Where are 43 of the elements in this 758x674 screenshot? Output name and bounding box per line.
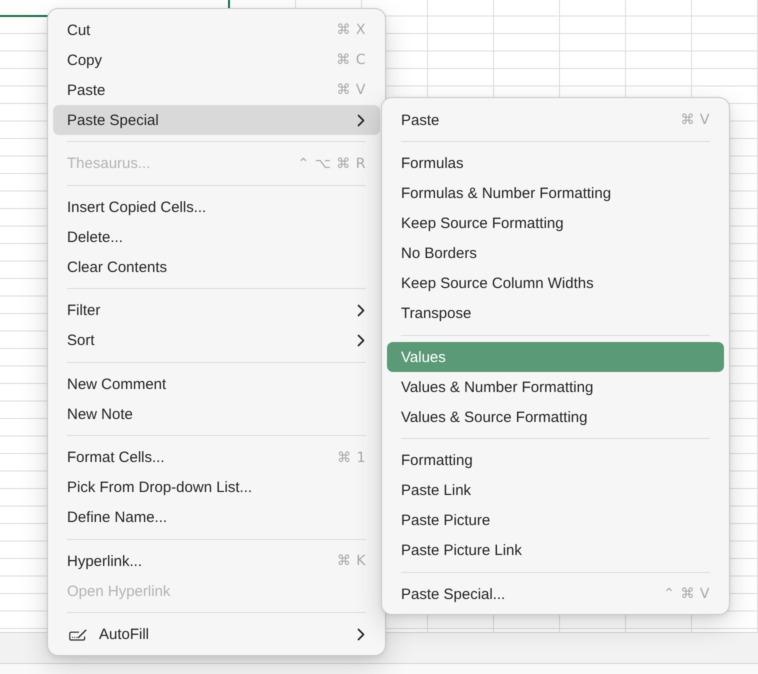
menu-item[interactable]: Formulas & Number Formatting <box>387 178 724 208</box>
menu-item[interactable]: Filter <box>53 296 380 326</box>
menu-item[interactable]: Paste Special <box>53 105 380 135</box>
menu-item[interactable]: Format Cells... ⌘ 1 <box>53 442 380 472</box>
keyboard-shortcut: ⌃ ⌘ V <box>663 586 710 602</box>
menu-item[interactable]: Insert Copied Cells... <box>53 192 380 222</box>
menu-item[interactable]: AutoFill <box>53 620 380 650</box>
menu-item[interactable]: New Comment <box>53 369 380 399</box>
keyboard-shortcut: ⌘ V <box>680 112 710 128</box>
menu-item[interactable]: No Borders <box>387 238 724 268</box>
menu-item[interactable]: New Note <box>53 399 380 429</box>
chevron-right-icon <box>357 334 365 347</box>
chevron-right-icon <box>357 628 365 641</box>
menu-item[interactable]: Formatting <box>387 446 724 476</box>
menu-item[interactable]: Cut ⌘ X <box>53 15 380 45</box>
menu-item[interactable]: Paste ⌘ V <box>53 75 380 105</box>
menu-item[interactable]: Keep Source Column Widths <box>387 268 724 298</box>
menu-item[interactable]: Hyperlink... ⌘ K <box>53 546 380 576</box>
chevron-right-icon <box>357 114 365 126</box>
menu-item[interactable]: Paste Picture <box>387 506 724 536</box>
menu-item[interactable]: Pick From Drop-down List... <box>53 472 380 502</box>
menu-item[interactable]: Clear Contents <box>53 252 380 282</box>
menu-item[interactable]: Values & Number Formatting <box>387 372 724 402</box>
keyboard-shortcut: ⌘ K <box>336 553 366 569</box>
menu-item[interactable]: Paste Special... ⌃ ⌘ V <box>387 579 724 609</box>
menu-item[interactable]: Keep Source Formatting <box>387 208 724 238</box>
keyboard-shortcut: ⌃ ⌥ ⌘ R <box>298 156 366 172</box>
menu-item[interactable]: Values & Source Formatting <box>387 402 724 432</box>
keyboard-shortcut: ⌘ 1 <box>337 450 366 466</box>
menu-item[interactable]: Delete... <box>53 222 380 252</box>
keyboard-shortcut: ⌘ C <box>336 52 366 68</box>
keyboard-shortcut: ⌘ V <box>336 82 366 98</box>
keyboard-shortcut: ⌘ X <box>336 22 366 38</box>
pencil-box-icon <box>69 628 87 640</box>
menu-item[interactable]: Paste ⌘ V <box>387 105 724 135</box>
menu-item[interactable]: Sort <box>53 326 380 356</box>
menu-item[interactable]: Transpose <box>387 298 724 328</box>
chevron-right-icon <box>357 304 365 317</box>
menu-item[interactable]: Formulas <box>387 148 724 178</box>
menu-item[interactable]: Paste Picture Link <box>387 536 724 566</box>
menu-item[interactable]: Paste Link <box>387 476 724 506</box>
menu-item[interactable]: Define Name... <box>53 502 380 532</box>
menu-item[interactable]: Copy ⌘ C <box>53 45 380 75</box>
